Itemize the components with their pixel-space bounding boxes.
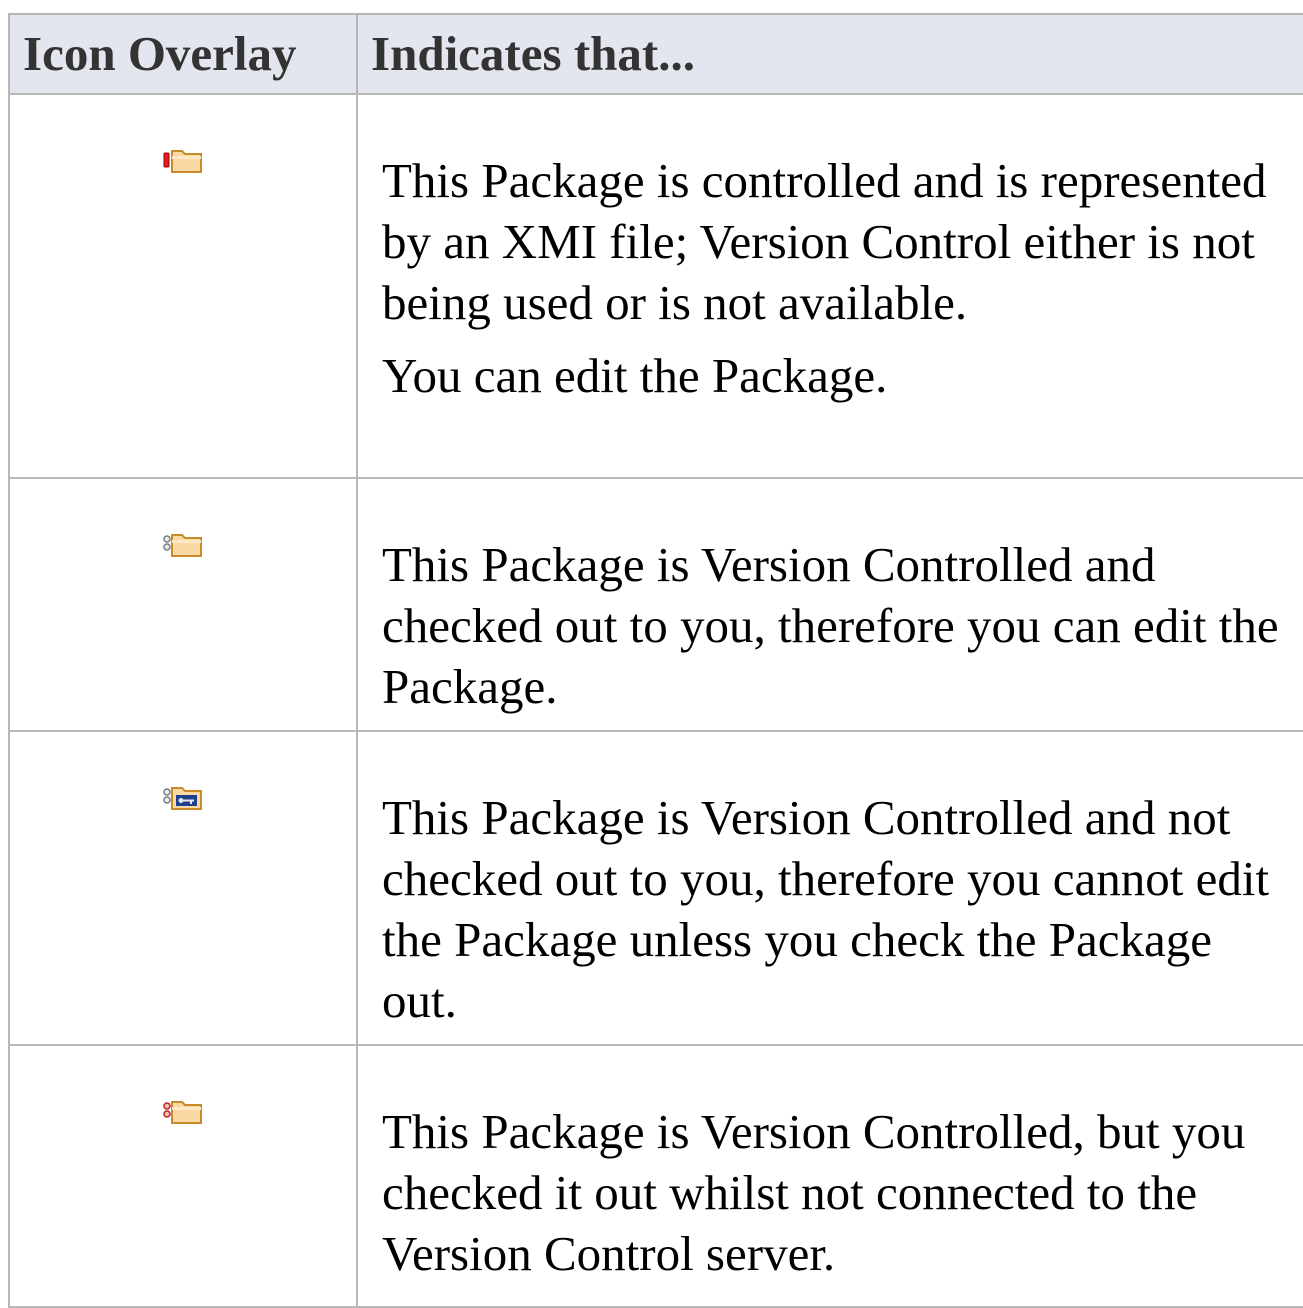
table-row: This Package is Version Controlled and n…	[8, 730, 1303, 1046]
description-cell: This Package is controlled and is repres…	[356, 93, 1303, 479]
description-cell: This Package is Version Controlled, but …	[356, 1044, 1303, 1308]
icon-cell	[8, 1044, 358, 1308]
header-icon-overlay: Icon Overlay	[8, 13, 358, 95]
icon-overlay-table: Icon Overlay Indicates that... This Pack…	[8, 13, 1303, 1308]
icon-cell	[8, 477, 358, 732]
icon-cell	[8, 730, 358, 1046]
package-checked-out-icon	[163, 531, 205, 564]
header-indicates: Indicates that...	[356, 13, 1303, 95]
table-header-row: Icon Overlay Indicates that...	[8, 13, 1303, 95]
table-row: This Package is Version Controlled, but …	[8, 1044, 1303, 1308]
table-row: This Package is Version Controlled and c…	[8, 477, 1303, 732]
table-row: This Package is controlled and is repres…	[8, 93, 1303, 479]
row-description: This Package is Version Controlled and n…	[382, 790, 1270, 1028]
row-description-note: You can edit the Package.	[382, 348, 888, 403]
package-locked-icon	[163, 784, 205, 817]
row-description: This Package is Version Controlled, but …	[382, 1104, 1246, 1281]
package-controlled-xmi-icon	[163, 147, 205, 180]
icon-cell	[8, 93, 358, 479]
package-offline-checkout-icon	[163, 1098, 205, 1131]
description-cell: This Package is Version Controlled and n…	[356, 730, 1303, 1046]
row-description: This Package is controlled and is repres…	[382, 153, 1267, 330]
description-cell: This Package is Version Controlled and c…	[356, 477, 1303, 732]
row-description: This Package is Version Controlled and c…	[382, 537, 1279, 714]
